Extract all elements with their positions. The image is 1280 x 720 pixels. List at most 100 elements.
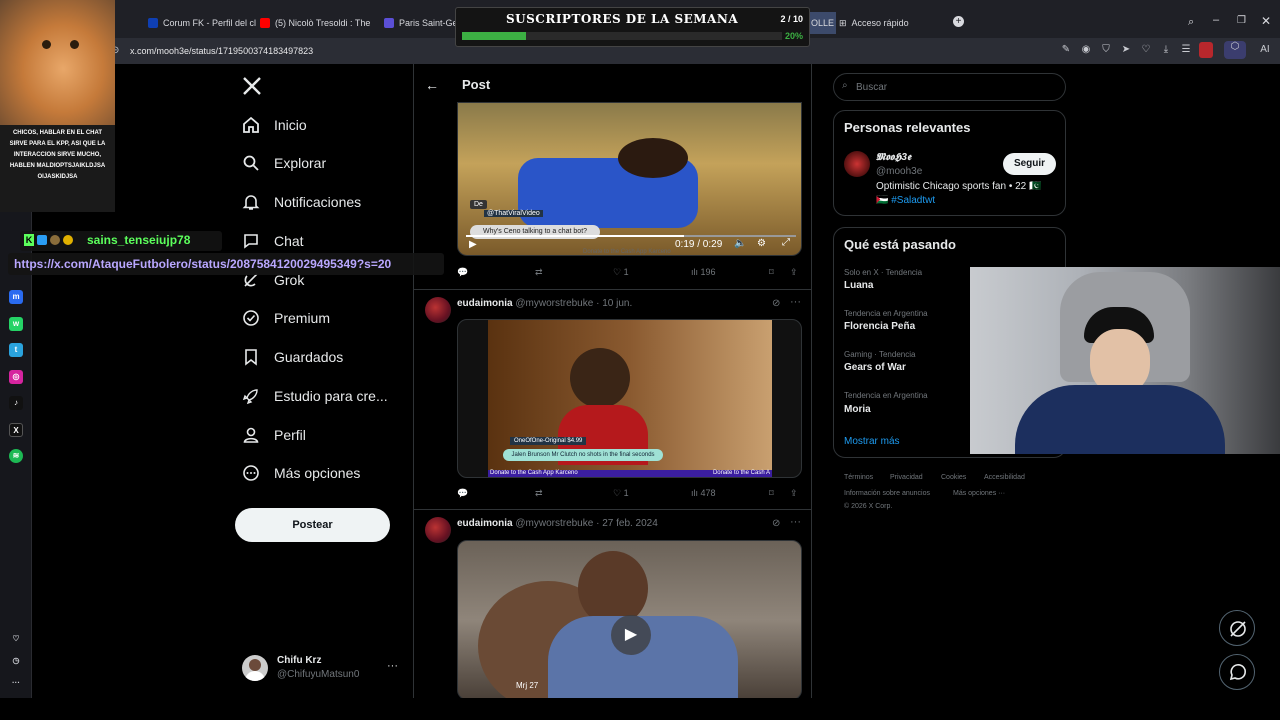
grok-icon[interactable]: ⊘	[772, 518, 780, 529]
send-icon[interactable]: ➤	[1120, 44, 1132, 56]
share-icon[interactable]: ⇪	[790, 267, 798, 278]
post-button[interactable]: Postear	[235, 508, 390, 542]
badge-icon	[37, 235, 47, 245]
nav-profile[interactable]: Perfil	[242, 420, 306, 450]
grok-icon	[1230, 621, 1246, 637]
nav-notifications[interactable]: Notificaciones	[242, 187, 361, 217]
post-menu-icon[interactable]: ···	[790, 516, 801, 528]
tab-olle[interactable]: OLLE	[808, 12, 836, 34]
instagram-icon[interactable]: ◎	[9, 370, 23, 384]
trend-item[interactable]: Luana	[844, 280, 873, 291]
reply-icon[interactable]: 💬	[457, 267, 468, 278]
nav-more-options[interactable]: Más opciones	[242, 458, 360, 488]
nav-bookmarks[interactable]: Guardados	[242, 342, 343, 372]
bookmark-icon[interactable]: ⌑	[769, 488, 774, 499]
card-title: Qué está pasando	[844, 237, 956, 252]
footer-link[interactable]: Términos	[844, 474, 873, 481]
author-name[interactable]: eudaimonia	[457, 518, 513, 529]
minimize-icon[interactable]: –	[1213, 14, 1219, 26]
settings-icon[interactable]: ⚙	[757, 238, 766, 249]
post[interactable]: eudaimonia @myworstrebuke · 27 feb. 2024…	[414, 510, 811, 698]
tiktok-icon[interactable]: ♪	[9, 396, 23, 410]
heart-icon[interactable]: ♡	[1140, 44, 1152, 56]
nav-home[interactable]: Inicio	[242, 110, 307, 140]
avatar[interactable]	[242, 655, 268, 681]
telegram-icon[interactable]: t	[9, 343, 23, 357]
tab-quick-access[interactable]: ⊞ Acceso rápido	[839, 12, 919, 34]
avatar[interactable]	[844, 151, 870, 177]
account-menu-icon[interactable]: ···	[387, 660, 398, 672]
spotify-icon[interactable]: ≋	[9, 449, 23, 463]
search-placeholder: Buscar	[856, 81, 888, 93]
maximize-icon[interactable]: ❐	[1237, 15, 1246, 26]
reply-icon[interactable]: 💬	[457, 488, 468, 499]
more-icon[interactable]: ···	[9, 676, 23, 690]
video-player[interactable]: OneOfOne-Original $4.99 Jalen Brunson Mr…	[457, 319, 802, 478]
search-input[interactable]: ⌕ Buscar	[833, 73, 1066, 101]
post-menu-icon[interactable]: ···	[790, 296, 801, 308]
search-tabs-icon[interactable]: ⌕	[1188, 16, 1194, 29]
volume-icon[interactable]: 🔈	[734, 238, 746, 249]
like-button[interactable]: ♡ 1	[613, 267, 629, 278]
heart-icon[interactable]: ♡	[9, 632, 23, 646]
shield-icon[interactable]: ⛉	[1100, 44, 1112, 56]
trend-item[interactable]: Florencia Peña	[844, 321, 915, 332]
video-progress-track[interactable]	[466, 235, 796, 237]
footer-link[interactable]: Accesibilidad	[984, 474, 1025, 481]
bookmark-icon[interactable]: ⌑	[769, 267, 774, 278]
chat-username: sains_tenseiujp78	[87, 233, 191, 247]
views-button[interactable]: ılı 478	[691, 488, 716, 498]
url-field[interactable]: x.com/mooh3e/status/1719500374183497823	[130, 46, 313, 56]
x-icon[interactable]: X	[9, 423, 23, 437]
user-name[interactable]: 𝕸𝖔𝖔𝕳3𝖊	[876, 152, 911, 163]
play-icon[interactable]: ▶	[611, 615, 651, 655]
post[interactable]: eudaimonia @myworstrebuke · 10 jun. ⊘ ··…	[414, 290, 811, 510]
nav-chat[interactable]: Chat	[242, 226, 304, 256]
messages-fab-button[interactable]	[1219, 654, 1255, 690]
footer-link[interactable]: Privacidad	[890, 474, 923, 481]
views-button[interactable]: ılı 196	[691, 267, 716, 277]
footer-link[interactable]: Más opciones ···	[953, 490, 1005, 497]
user-bio-hashtag[interactable]: 🇵🇸 #Saladtwt	[876, 195, 935, 206]
x-logo-icon[interactable]	[242, 76, 262, 96]
trend-item[interactable]: Moria	[844, 404, 871, 415]
avatar[interactable]	[425, 297, 451, 323]
close-icon[interactable]: ✕	[1261, 14, 1271, 28]
author-name[interactable]: eudaimonia	[457, 298, 513, 309]
ai-icon[interactable]: AI	[1256, 44, 1274, 56]
edit-icon[interactable]: ✎	[1060, 44, 1072, 56]
back-arrow-icon[interactable]: ←	[425, 77, 439, 93]
tab-psg[interactable]: Paris Saint-Germ	[384, 12, 456, 34]
fullscreen-icon[interactable]: ⤢	[782, 237, 790, 248]
download-icon[interactable]: ⤓	[1160, 44, 1172, 56]
messenger-icon[interactable]: m	[9, 290, 23, 304]
tab-corum[interactable]: Corum FK - Perfil del club	[148, 12, 256, 34]
post[interactable]: De @ThatViralVideo Why's Ceno talking to…	[414, 102, 811, 290]
like-button[interactable]: ♡ 1	[613, 488, 629, 499]
grok-icon[interactable]: ⊘	[772, 298, 780, 309]
nav-creator-studio[interactable]: Estudio para cre...	[242, 381, 388, 411]
footer-link[interactable]: Cookies	[941, 474, 966, 481]
history-icon[interactable]: ◷	[9, 654, 23, 668]
avatar[interactable]	[425, 517, 451, 543]
nav-explore[interactable]: Explorar	[242, 148, 326, 178]
box-icon[interactable]: ⬡	[1224, 41, 1246, 59]
repost-icon[interactable]: ⇄	[535, 488, 543, 499]
video-player[interactable]: De @ThatViralVideo Why's Ceno talking to…	[457, 102, 802, 256]
repost-icon[interactable]: ⇄	[535, 267, 543, 278]
new-tab-button[interactable]: +	[953, 16, 964, 27]
trend-item[interactable]: Gears of War	[844, 362, 906, 373]
nav-premium[interactable]: Premium	[242, 303, 330, 333]
video-player[interactable]: ▶ Mrj 27	[457, 540, 802, 698]
camera-icon[interactable]: ◉	[1080, 44, 1092, 56]
footer-link[interactable]: Información sobre anuncios	[844, 490, 930, 497]
tab-youtube[interactable]: (5) Nicolò Tresoldi : The St	[260, 12, 370, 34]
grok-fab-button[interactable]	[1219, 610, 1255, 646]
profile-icon[interactable]	[1199, 42, 1213, 58]
share-icon[interactable]: ⇪	[790, 488, 798, 499]
follow-button[interactable]: Seguir	[1003, 153, 1056, 175]
menu-icon[interactable]: ☰	[1180, 44, 1192, 56]
whatsapp-icon[interactable]: w	[9, 317, 23, 331]
play-icon[interactable]: ▶	[469, 239, 477, 250]
show-more-link[interactable]: Mostrar más	[844, 436, 900, 447]
